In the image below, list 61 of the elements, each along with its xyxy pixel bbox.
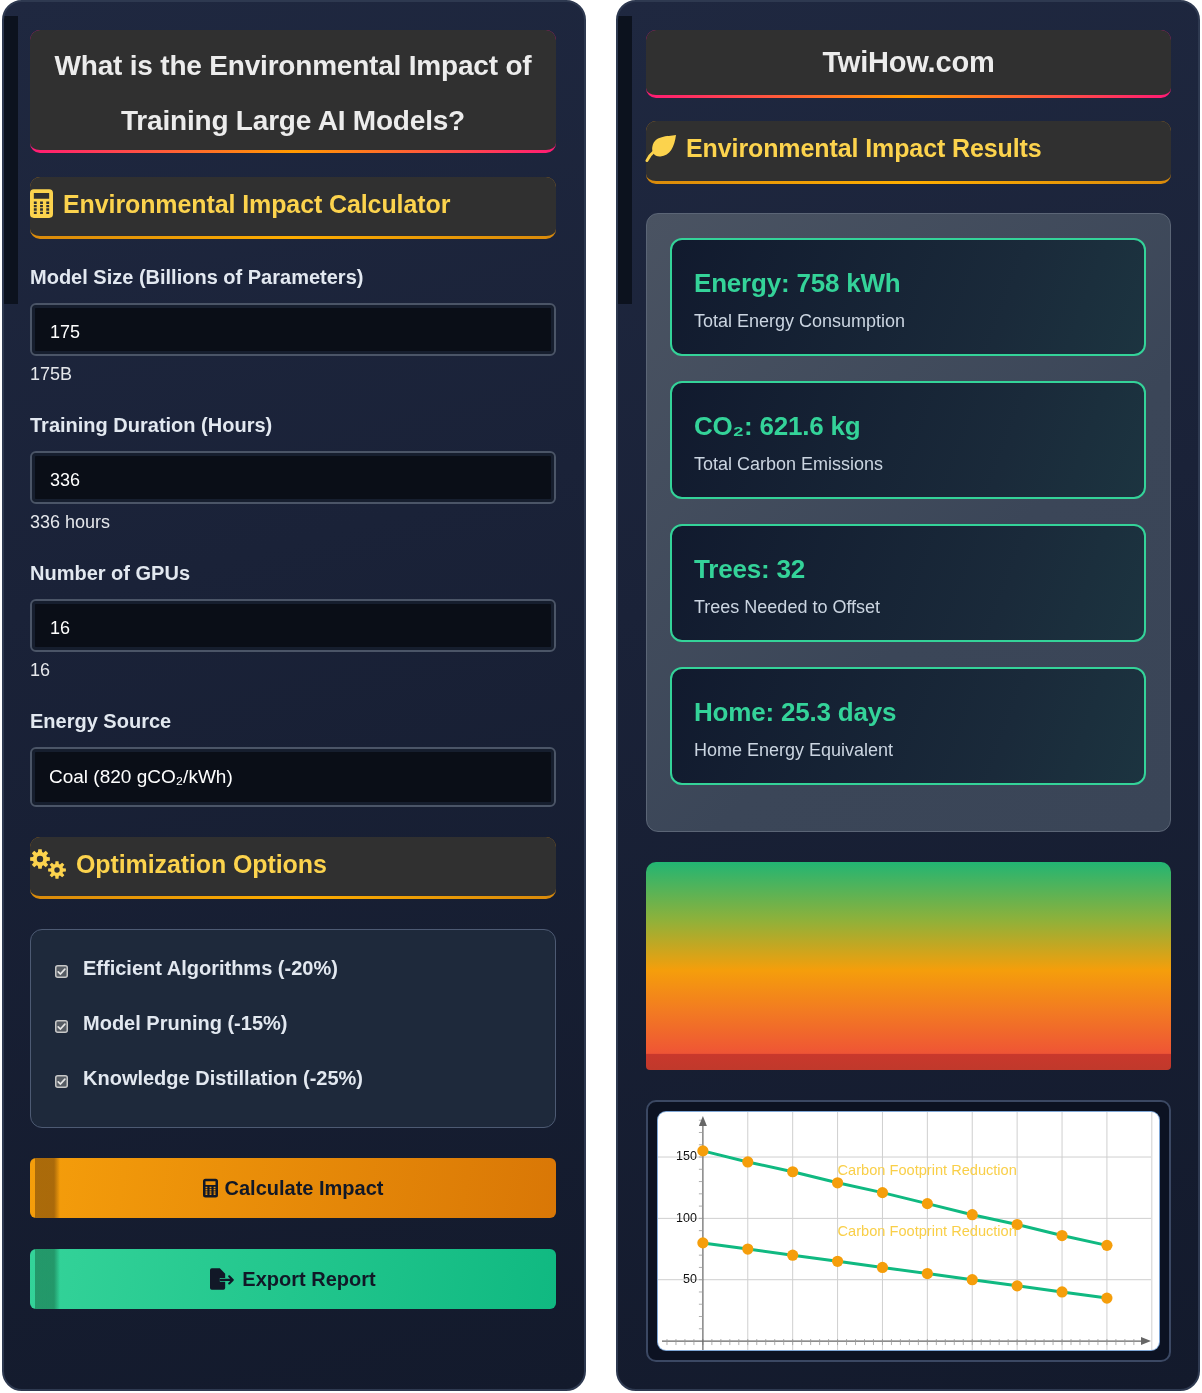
data-point [831, 1255, 844, 1267]
result-caption: Total Energy Consumption [694, 310, 907, 332]
result-value: CO₂: 621.6 kg [694, 410, 862, 442]
checkbox[interactable] [55, 1074, 68, 1088]
export-button[interactable]: Export Report [30, 1249, 556, 1309]
data-point [742, 1156, 754, 1168]
result-caption: Total Carbon Emissions [694, 453, 885, 475]
option-label[interactable]: Knowledge Distillation (-25%) [83, 1066, 364, 1090]
number-input[interactable]: 336 [30, 451, 556, 504]
data-point [831, 1177, 844, 1189]
result-value: Home: 25.3 days [694, 696, 898, 728]
data-point [1101, 1239, 1113, 1251]
data-point [876, 1187, 889, 1199]
data-point [1011, 1280, 1023, 1292]
axis-tick-label: 50 [683, 1272, 697, 1286]
option-label[interactable]: Model Pruning (-15%) [83, 1011, 288, 1035]
result-caption: Trees Needed to Offset [694, 596, 882, 618]
data-point [742, 1243, 754, 1255]
data-point [787, 1166, 799, 1178]
site-title: TwiHow.com [822, 44, 995, 79]
result-value: Trees: 32 [694, 553, 806, 585]
checkbox[interactable] [55, 1019, 68, 1033]
data-point [1056, 1229, 1068, 1242]
section-title: Optimization Options [76, 848, 327, 879]
leaf-icon [645, 134, 677, 162]
field-label: Model Size (Billions of Parameters) [30, 265, 365, 289]
result-caption: Home Energy Equivalent [694, 739, 895, 761]
dropdown-select[interactable]: Coal (820 gCO₂/kWh) [30, 747, 556, 807]
value-readout: 175B [30, 363, 74, 385]
field-label: Energy Source [30, 709, 173, 733]
field-label: Training Duration (Hours) [30, 413, 274, 437]
calculate-button[interactable]: Calculate Impact [30, 1158, 556, 1218]
data-point [1101, 1292, 1113, 1304]
data-point [876, 1261, 889, 1274]
result-value: Energy: 758 kWh [694, 267, 902, 299]
file-export-icon [210, 1268, 236, 1290]
data-point [1056, 1286, 1068, 1298]
axis-tick-label: 100 [676, 1210, 697, 1225]
gears-icon [30, 848, 66, 879]
data-point [921, 1267, 933, 1280]
data-point [966, 1209, 978, 1221]
checkbox[interactable] [55, 964, 68, 978]
page-title: What is the Environmental Impact of Training Large AI Models? [30, 30, 556, 153]
section-title: Environmental Impact Results [686, 133, 1042, 163]
value-readout: 336 hours [30, 511, 112, 533]
data-point [966, 1274, 978, 1286]
chart-label: Carbon Footprint Reduction [837, 1161, 1017, 1178]
option-label[interactable]: Efficient Algorithms (-20%) [83, 956, 338, 980]
number-input[interactable]: 16 [30, 599, 556, 652]
data-point [697, 1145, 709, 1157]
data-point [787, 1249, 799, 1261]
data-point [921, 1198, 933, 1210]
calculator-icon [30, 189, 53, 218]
field-label: Number of GPUs [30, 561, 192, 585]
value-readout: 16 [30, 659, 52, 681]
axis-tick-label: 150 [676, 1149, 697, 1164]
number-input[interactable]: 175 [30, 303, 556, 356]
data-point [697, 1237, 709, 1249]
calculator-icon [202, 1178, 218, 1198]
chart-label: Carbon Footprint Reduction [837, 1222, 1017, 1239]
section-title: Environmental Impact Calculator [63, 188, 451, 219]
